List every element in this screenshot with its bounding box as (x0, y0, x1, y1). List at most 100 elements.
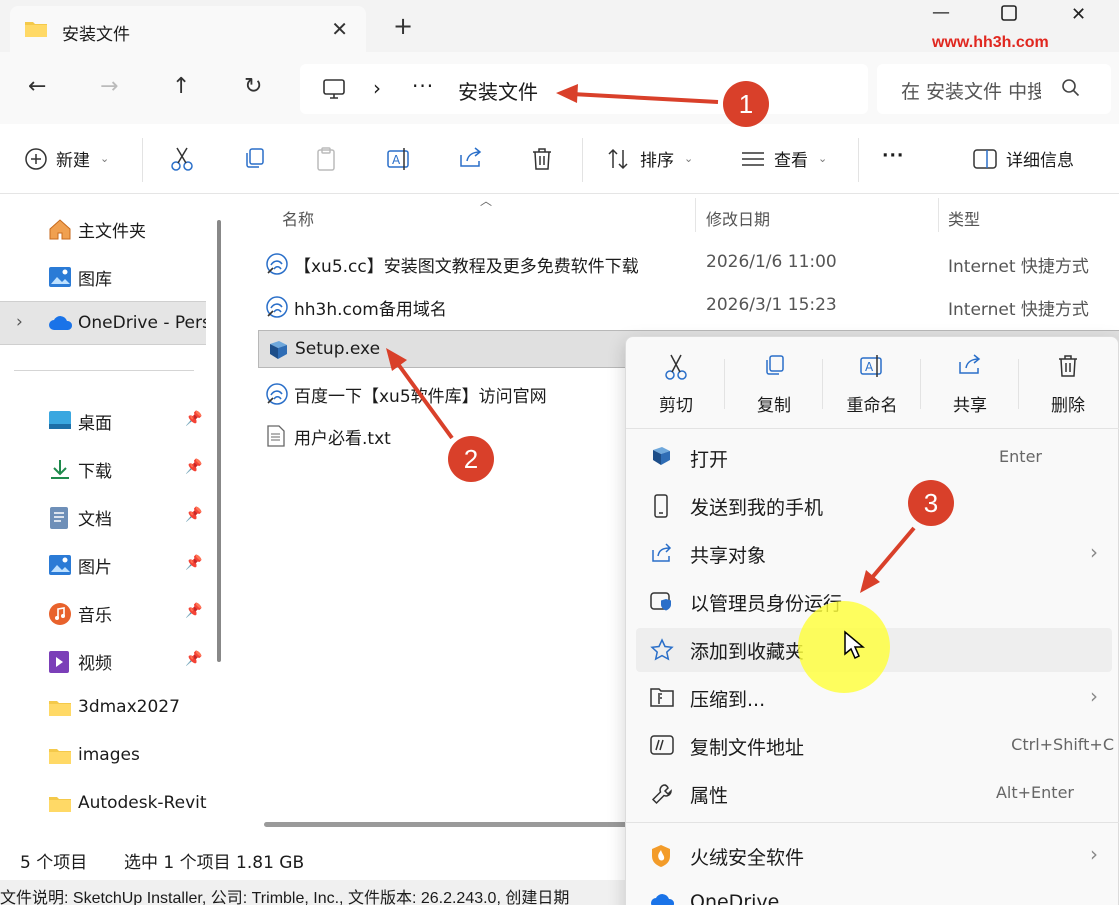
sidebar-item-pictures[interactable]: 图片 📌 (0, 542, 210, 586)
pictures-icon (48, 554, 72, 581)
divider (142, 138, 143, 182)
close-window-button[interactable]: ✕ (1071, 4, 1086, 25)
menu-item-label: OneDrive (690, 891, 780, 905)
chevron-right-icon[interactable]: › (373, 76, 381, 100)
maximize-button[interactable] (1000, 4, 1018, 27)
chevron-right-icon[interactable]: › (16, 312, 23, 332)
rename-icon: A (387, 148, 409, 170)
zip-folder-icon (650, 686, 674, 713)
menu-item-label: 火绒安全软件 (690, 847, 805, 869)
trash-icon (533, 148, 551, 170)
details-pane-button[interactable]: 详细信息 (972, 146, 1074, 171)
ctx-rename-button[interactable]: A 重命名 (832, 353, 912, 423)
sort-button[interactable]: 排序 ⌄ (606, 146, 693, 171)
sidebar-item-videos[interactable]: 视频 📌 (0, 638, 210, 682)
setup-exe-icon (267, 340, 289, 367)
column-header-type[interactable]: 类型 (948, 206, 980, 230)
tab-active[interactable]: 安装文件 ✕ (10, 6, 366, 52)
more-options-button[interactable]: ··· (882, 146, 904, 166)
copy-button[interactable] (242, 146, 266, 170)
share-icon (460, 147, 482, 167)
chevron-right-icon: › (1090, 684, 1098, 708)
delete-button[interactable] (530, 146, 554, 172)
ctx-cut-label: 剪切 (659, 396, 693, 416)
onedrive-icon (48, 314, 74, 337)
chevron-down-icon: ⌄ (100, 152, 110, 165)
refresh-button[interactable]: ↻ (244, 74, 262, 99)
menu-item-label: 共享对象 (690, 545, 767, 567)
cut-button[interactable] (170, 146, 194, 172)
sidebar-item-autodesk-revit[interactable]: Autodesk-Revit (0, 782, 210, 826)
sidebar-item-onedrive[interactable]: › OneDrive - Personal (0, 301, 206, 345)
annotation-badge-1: 1 (723, 81, 769, 127)
up-button[interactable]: ↑ (172, 74, 190, 99)
computer-icon (322, 78, 346, 104)
tab-close-icon[interactable]: ✕ (331, 17, 348, 41)
pin-icon[interactable]: 📌 (185, 507, 202, 523)
column-divider[interactable] (938, 198, 939, 232)
search-box[interactable]: 在 安装文件 中搜索 (877, 64, 1111, 114)
sidebar-item-home[interactable]: 主文件夹 (0, 206, 210, 250)
menu-item-send-to-phone[interactable]: 发送到我的手机 (636, 484, 1112, 528)
navigation-bar: ← → ↑ ↻ › ··· 安装文件 在 安装文件 中搜索 (0, 52, 1119, 124)
back-button[interactable]: ← (28, 74, 46, 99)
new-tab-button[interactable]: + (393, 12, 413, 40)
menu-item-open[interactable]: 打开 Enter (636, 436, 1112, 480)
pin-icon[interactable]: 📌 (185, 411, 202, 427)
view-icon (742, 151, 764, 166)
share-button[interactable] (458, 146, 484, 170)
column-header-name[interactable]: 名称 (282, 206, 314, 230)
ctx-share-button[interactable]: 共享 (930, 353, 1010, 423)
view-label: 查看 (774, 151, 808, 171)
ctx-delete-button[interactable]: 删除 (1028, 353, 1108, 423)
sidebar-item-documents[interactable]: 文档 📌 (0, 494, 210, 538)
address-bar[interactable]: › ··· 安装文件 (300, 64, 868, 114)
view-button[interactable]: 查看 ⌄ (740, 146, 827, 171)
details-label: 详细信息 (1006, 151, 1074, 171)
file-row[interactable]: 【xu5.cc】安装图文教程及更多免费软件下载 2026/1/6 11:00 I… (258, 244, 1119, 282)
file-row[interactable]: hh3h.com备用域名 2026/3/1 15:23 Internet 快捷方… (258, 287, 1119, 325)
ctx-delete-label: 删除 (1051, 396, 1085, 416)
sidebar-item-3dmax2027[interactable]: 3dmax2027 (0, 686, 210, 730)
horizontal-scrollbar[interactable] (264, 822, 634, 827)
breadcrumb-current[interactable]: 安装文件 (458, 76, 538, 105)
minimize-button[interactable]: — (932, 2, 950, 23)
ctx-copy-button[interactable]: 复制 (734, 353, 814, 423)
forward-button[interactable]: → (100, 74, 118, 99)
sidebar-item-desktop[interactable]: 桌面 📌 (0, 398, 210, 442)
file-name: 百度一下【xu5软件库】访问官网 (294, 387, 547, 407)
sidebar-scrollbar[interactable] (217, 220, 221, 662)
pin-icon[interactable]: 📌 (185, 651, 202, 667)
breadcrumb-more[interactable]: ··· (412, 74, 434, 98)
sidebar-item-downloads[interactable]: 下载 📌 (0, 446, 210, 490)
star-icon (650, 638, 674, 667)
file-type: Internet 快捷方式 (948, 300, 1089, 320)
column-divider[interactable] (695, 198, 696, 232)
sidebar-item-images[interactable]: images (0, 734, 210, 778)
menu-item-properties[interactable]: 属性 Alt+Enter (636, 772, 1112, 816)
menu-item-share-with[interactable]: 共享对象 › (636, 532, 1112, 576)
chevron-right-icon: › (1090, 540, 1098, 564)
rename-button[interactable]: A (386, 146, 412, 172)
menu-item-compress-to[interactable]: 压缩到... › (636, 676, 1112, 720)
column-header-modified[interactable]: 修改日期 (706, 206, 770, 230)
home-icon (48, 218, 72, 245)
menu-item-huorong[interactable]: 火绒安全软件 › (636, 834, 1112, 878)
pin-icon[interactable]: 📌 (185, 603, 202, 619)
annotation-badge-2: 2 (448, 436, 494, 482)
sidebar-item-label: 文档 (78, 510, 112, 530)
sidebar-item-label: 图片 (78, 558, 112, 578)
file-modified: 2026/1/6 11:00 (706, 252, 837, 272)
menu-item-onedrive[interactable]: OneDrive (636, 882, 1112, 905)
ctx-cut-button[interactable]: 剪切 (636, 353, 716, 423)
share-icon (650, 542, 674, 569)
new-button[interactable]: 新建 ⌄ (24, 146, 109, 171)
sidebar-item-music[interactable]: 音乐 📌 (0, 590, 210, 634)
sidebar-item-gallery[interactable]: 图库 (0, 254, 210, 298)
paste-button[interactable] (314, 146, 338, 172)
pin-icon[interactable]: 📌 (185, 459, 202, 475)
search-placeholder: 在 安装文件 中搜索 (901, 81, 1041, 103)
divider (626, 822, 1119, 823)
menu-item-copy-as-path[interactable]: 复制文件地址 Ctrl+Shift+C (636, 724, 1114, 768)
pin-icon[interactable]: 📌 (185, 555, 202, 571)
